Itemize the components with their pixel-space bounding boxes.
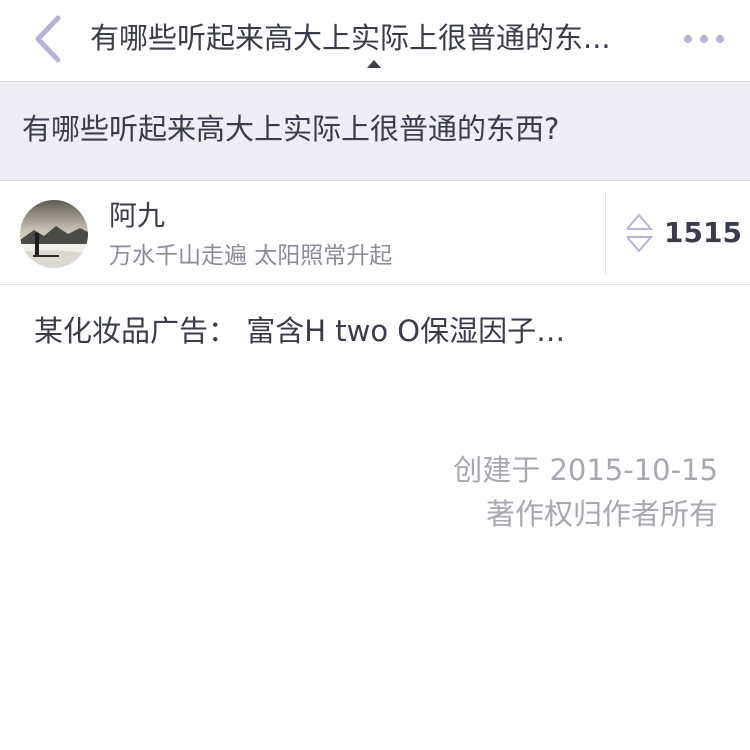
author-bio: 万水千山走遍 太阳照常升起 — [109, 243, 393, 269]
answer-meta: 创建于 2015-10-15 著作权归作者所有 — [453, 448, 718, 536]
divider — [605, 192, 606, 274]
question-header[interactable]: 有哪些听起来高大上实际上很普通的东西? — [0, 82, 750, 181]
created-date: 创建于 2015-10-15 — [453, 453, 718, 487]
vote-button[interactable] — [624, 211, 654, 255]
back-button[interactable] — [22, 10, 78, 68]
question-title: 有哪些听起来高大上实际上很普通的东西? — [22, 112, 560, 146]
author-bar: 阿九 万水千山走遍 太阳照常升起 1515 — [0, 181, 750, 285]
answer-content: 某化妆品广告： 富含H two O保湿因子… — [34, 314, 566, 348]
vote-count: 1515 — [664, 216, 742, 249]
author-name[interactable]: 阿九 — [109, 198, 165, 234]
back-chevron-icon — [35, 15, 61, 63]
copyright-notice: 著作权归作者所有 — [485, 497, 718, 531]
more-button[interactable] — [682, 24, 726, 54]
avatar-photo — [20, 200, 88, 268]
vote-arrows-icon — [626, 213, 654, 253]
navigation-bar: 有哪些听起来高大上实际上很普通的东... — [0, 0, 750, 82]
avatar[interactable] — [20, 200, 88, 268]
more-dots-icon — [684, 35, 724, 43]
nav-title[interactable]: 有哪些听起来高大上实际上很普通的东... — [90, 16, 668, 60]
caret-up-icon — [367, 60, 381, 68]
